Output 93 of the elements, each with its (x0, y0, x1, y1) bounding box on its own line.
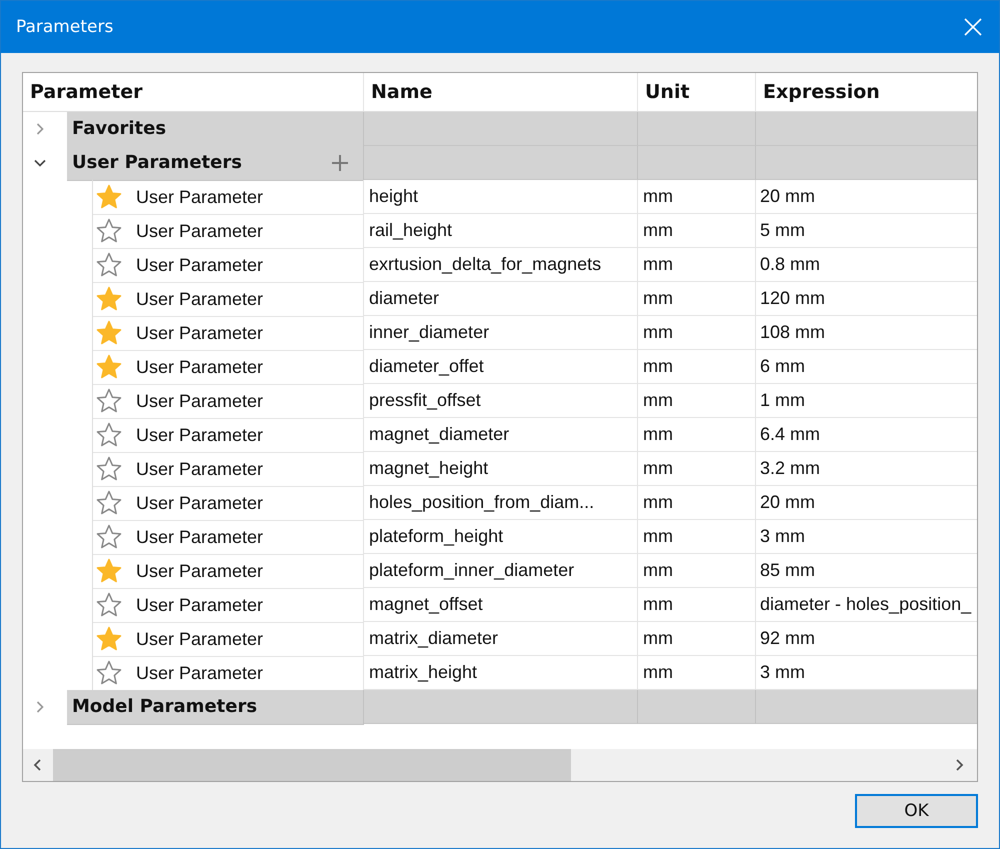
outline-star-icon[interactable] (96, 252, 122, 278)
parameter-type: User Parameter (136, 288, 264, 310)
expression-cell: 20 mm (760, 186, 816, 207)
expression-cell: 1 mm (760, 390, 805, 411)
unit-cell: mm (643, 628, 673, 649)
scrollbar-thumb[interactable] (53, 749, 571, 781)
group-label: User Parameters (72, 152, 242, 173)
parameter-type: User Parameter (136, 662, 264, 684)
unit-cell: mm (643, 424, 673, 445)
expression-cell: 92 mm (760, 628, 816, 649)
parameter-name: matrix_height (369, 662, 478, 683)
expression-cell: 3.2 mm (760, 458, 820, 479)
parameter-name: inner_diameter (369, 322, 490, 343)
group-row[interactable]: Favorites (67, 112, 364, 146)
outline-star-icon[interactable] (96, 422, 122, 448)
expression-cell: 85 mm (760, 560, 816, 581)
close-icon[interactable] (964, 18, 982, 36)
unit-cell: mm (643, 254, 673, 275)
scroll-right-icon[interactable] (955, 758, 965, 772)
parameter-name: magnet_diameter (369, 424, 510, 445)
unit-cell: mm (643, 662, 673, 683)
unit-cell: mm (643, 390, 673, 411)
expression-cell: 120 mm (760, 288, 826, 309)
parameter-type: User Parameter (136, 390, 264, 412)
group-label: Model Parameters (72, 696, 258, 717)
unit-cell: mm (643, 492, 673, 513)
unit-cell: mm (643, 526, 673, 547)
column-header[interactable]: Parameter (23, 73, 364, 111)
unit-cell: mm (643, 288, 673, 309)
expression-cell: diameter - holes_position_ (760, 594, 972, 615)
expression-cell: 20 mm (760, 492, 816, 513)
filled-star-icon[interactable] (96, 626, 122, 652)
parameter-name: diameter (369, 288, 440, 309)
parameter-type: User Parameter (136, 526, 264, 548)
expression-cell: 5 mm (760, 220, 805, 241)
parameter-type: User Parameter (136, 356, 264, 378)
outline-star-icon[interactable] (96, 218, 122, 244)
parameter-type: User Parameter (136, 254, 264, 276)
group-row[interactable]: Model Parameters (67, 690, 364, 724)
expression-cell: 108 mm (760, 322, 826, 343)
column-header[interactable]: Expression (756, 73, 977, 111)
parameter-type: User Parameter (136, 628, 264, 650)
parameter-type: User Parameter (136, 594, 264, 616)
expression-cell: 6.4 mm (760, 424, 820, 445)
outline-star-icon[interactable] (96, 592, 122, 618)
parameter-type: User Parameter (136, 492, 264, 514)
outline-star-icon[interactable] (96, 660, 122, 686)
parameter-type: User Parameter (136, 458, 264, 480)
outline-star-icon[interactable] (96, 456, 122, 482)
unit-cell: mm (643, 186, 673, 207)
column-header[interactable]: Unit (638, 73, 756, 111)
parameter-name: rail_height (369, 220, 452, 241)
horizontal-scrollbar[interactable] (23, 749, 977, 781)
unit-cell: mm (643, 594, 673, 615)
column-header[interactable]: Name (364, 73, 638, 111)
filled-star-icon[interactable] (96, 558, 122, 584)
unit-cell: mm (643, 458, 673, 479)
filled-star-icon[interactable] (96, 320, 122, 346)
parameter-type: User Parameter (136, 322, 264, 344)
expression-cell: 6 mm (760, 356, 805, 377)
parameter-name: exrtusion_delta_for_magnets (369, 254, 602, 275)
expression-cell: 0.8 mm (760, 254, 820, 275)
plus-icon[interactable] (332, 154, 348, 170)
unit-cell: mm (643, 560, 673, 581)
outline-star-icon[interactable] (96, 524, 122, 550)
parameter-type: User Parameter (136, 560, 264, 582)
expression-cell: 3 mm (760, 526, 805, 547)
expression-cell: 3 mm (760, 662, 805, 683)
parameter-name: matrix_diameter (369, 628, 498, 649)
unit-cell: mm (643, 322, 673, 343)
parameter-name: pressfit_offset (369, 390, 481, 411)
unit-cell: mm (643, 220, 673, 241)
filled-star-icon[interactable] (96, 354, 122, 380)
parameter-name: holes_position_from_diam... (369, 492, 594, 513)
group-label: Favorites (72, 118, 166, 139)
unit-cell: mm (643, 356, 673, 377)
parameter-name: diameter_offet (369, 356, 484, 377)
parameter-name: magnet_offset (369, 594, 483, 615)
filled-star-icon[interactable] (96, 184, 122, 210)
parameter-name: plateform_inner_diameter (369, 560, 574, 581)
ok-button[interactable]: OK (855, 794, 978, 828)
group-row[interactable]: User Parameters (67, 146, 364, 180)
parameter-type: User Parameter (136, 424, 264, 446)
filled-star-icon[interactable] (96, 286, 122, 312)
parameter-name: magnet_height (369, 458, 488, 479)
scroll-left-icon[interactable] (32, 758, 42, 772)
parameter-type: User Parameter (136, 186, 264, 208)
outline-star-icon[interactable] (96, 490, 122, 516)
parameter-name: height (369, 186, 418, 207)
outline-star-icon[interactable] (96, 388, 122, 414)
window-title: Parameters (16, 17, 114, 37)
parameter-type: User Parameter (136, 220, 264, 242)
parameter-name: plateform_height (369, 526, 504, 547)
